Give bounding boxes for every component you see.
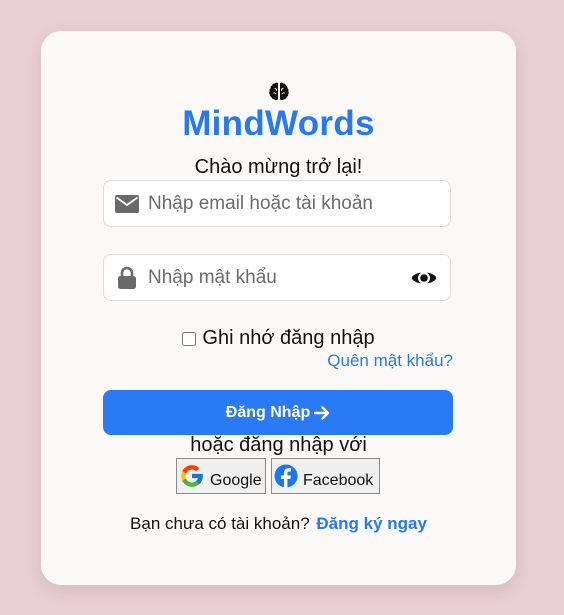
email-field[interactable] [103, 180, 451, 227]
social-login-prompt: hoặc đăng nhập với [190, 434, 367, 456]
envelope-icon [115, 192, 139, 216]
signup-link[interactable]: Đăng ký ngay [316, 514, 427, 533]
email-input[interactable] [148, 181, 398, 226]
brain-icon [269, 82, 289, 101]
remember-label: Ghi nhớ đăng nhập [202, 327, 375, 349]
remember-checkbox[interactable] [182, 331, 197, 346]
facebook-icon [274, 464, 298, 488]
eye-icon[interactable] [410, 267, 438, 289]
password-field[interactable] [103, 254, 451, 301]
google-icon [181, 465, 203, 487]
login-button-label: Đăng Nhập [225, 403, 311, 421]
app-title: MindWords [182, 104, 375, 143]
login-button[interactable]: Đăng Nhập [103, 390, 453, 435]
signup-prompt: Bạn chưa có tài khoản? [130, 514, 310, 533]
forgot-password-link[interactable]: Quên mật khẩu? [327, 351, 453, 371]
facebook-login-button[interactable]: Facebook [271, 458, 380, 494]
signup-row: Bạn chưa có tài khoản? Đăng ký ngay [41, 514, 516, 534]
welcome-heading: Chào mừng trở lại! [194, 156, 363, 178]
google-label: Google [210, 472, 262, 489]
login-card: MindWords Chào mừng trở lại! Ghi nhớ đăn… [41, 31, 516, 585]
password-input[interactable] [148, 255, 398, 300]
remember-me[interactable]: Ghi nhớ đăng nhập [41, 327, 516, 350]
google-login-button[interactable]: Google [176, 458, 266, 494]
lock-icon [115, 266, 139, 290]
facebook-label: Facebook [303, 472, 374, 489]
arrow-right-icon [314, 405, 330, 420]
